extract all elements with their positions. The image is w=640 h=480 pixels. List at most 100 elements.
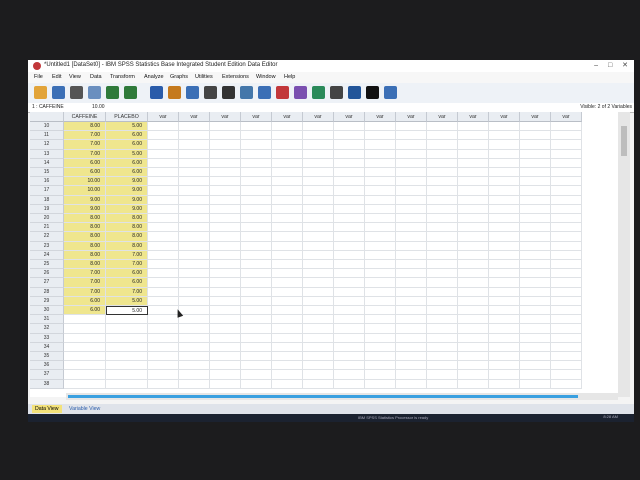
cell-empty[interactable] xyxy=(365,333,396,343)
cell-empty[interactable] xyxy=(210,214,241,224)
cell-empty[interactable] xyxy=(241,168,272,178)
cell-empty[interactable] xyxy=(458,315,489,325)
row-number[interactable]: 20 xyxy=(30,214,64,224)
cell-empty[interactable] xyxy=(148,214,179,224)
cell-empty[interactable] xyxy=(551,241,582,251)
cell-empty[interactable] xyxy=(551,306,582,316)
cell-empty[interactable] xyxy=(365,195,396,205)
cell-empty[interactable] xyxy=(272,315,303,325)
cell-empty[interactable] xyxy=(427,379,458,389)
cell-empty[interactable] xyxy=(551,122,582,132)
cell-empty[interactable] xyxy=(241,232,272,242)
cell-empty[interactable] xyxy=(427,324,458,334)
cell-empty[interactable] xyxy=(241,278,272,288)
cell-placebo[interactable] xyxy=(106,315,148,325)
cell-empty[interactable] xyxy=(396,214,427,224)
cell-empty[interactable] xyxy=(427,361,458,371)
cell-empty[interactable] xyxy=(520,269,551,279)
cell-empty[interactable] xyxy=(551,342,582,352)
cell-empty[interactable] xyxy=(334,296,365,306)
cell-empty[interactable] xyxy=(148,370,179,380)
cell-empty[interactable] xyxy=(272,122,303,132)
cell-caffeine[interactable] xyxy=(64,315,106,325)
cell-empty[interactable] xyxy=(241,342,272,352)
cell-caffeine[interactable]: 8.00 xyxy=(64,223,106,233)
cell-empty[interactable] xyxy=(427,333,458,343)
row-number[interactable]: 24 xyxy=(30,250,64,260)
cell-empty[interactable] xyxy=(365,361,396,371)
cell-placebo[interactable]: 6.00 xyxy=(106,140,148,150)
menu-item-window[interactable]: Window xyxy=(256,74,276,80)
cell-empty[interactable] xyxy=(334,306,365,316)
cell-empty[interactable] xyxy=(365,241,396,251)
cell-empty[interactable] xyxy=(241,122,272,132)
cell-empty[interactable] xyxy=(148,324,179,334)
cell-placebo[interactable]: 6.00 xyxy=(106,131,148,141)
redo-icon[interactable] xyxy=(124,86,137,99)
cell-empty[interactable] xyxy=(427,315,458,325)
cell-empty[interactable] xyxy=(489,296,520,306)
cell-empty[interactable] xyxy=(210,131,241,141)
row-number[interactable]: 31 xyxy=(30,315,64,325)
cell-empty[interactable] xyxy=(458,250,489,260)
row-number[interactable]: 37 xyxy=(30,370,64,380)
cell-empty[interactable] xyxy=(396,195,427,205)
cell-empty[interactable] xyxy=(396,168,427,178)
cell-empty[interactable] xyxy=(365,214,396,224)
cell-empty[interactable] xyxy=(396,361,427,371)
close-icon[interactable]: ✕ xyxy=(622,62,628,69)
cell-empty[interactable] xyxy=(148,296,179,306)
cell-empty[interactable] xyxy=(241,186,272,196)
select-cases-icon[interactable] xyxy=(312,86,325,99)
cell-empty[interactable] xyxy=(303,149,334,159)
cell-empty[interactable] xyxy=(458,361,489,371)
cell-empty[interactable] xyxy=(179,214,210,224)
cell-empty[interactable] xyxy=(458,379,489,389)
cell-empty[interactable] xyxy=(148,122,179,132)
cell-placebo[interactable]: 9.00 xyxy=(106,195,148,205)
cell-empty[interactable] xyxy=(272,241,303,251)
tab-variable-view[interactable]: Variable View xyxy=(66,405,104,413)
cell-empty[interactable] xyxy=(272,149,303,159)
cell-empty[interactable] xyxy=(241,149,272,159)
horizontal-scrollbar[interactable] xyxy=(66,393,618,400)
cell-empty[interactable] xyxy=(458,333,489,343)
cell-caffeine[interactable]: 10.00 xyxy=(64,177,106,187)
cell-empty[interactable] xyxy=(241,204,272,214)
cell-empty[interactable] xyxy=(489,333,520,343)
cell-placebo[interactable]: 8.00 xyxy=(106,232,148,242)
cell-placebo[interactable]: 6.00 xyxy=(106,278,148,288)
show-all-icon[interactable] xyxy=(366,86,379,99)
cell-empty[interactable] xyxy=(551,177,582,187)
cell-empty[interactable] xyxy=(520,315,551,325)
cell-empty[interactable] xyxy=(396,140,427,150)
cell-empty[interactable] xyxy=(551,315,582,325)
cell-empty[interactable] xyxy=(458,352,489,362)
cell-empty[interactable] xyxy=(334,352,365,362)
cell-empty[interactable] xyxy=(148,149,179,159)
cell-empty[interactable] xyxy=(551,269,582,279)
cell-empty[interactable] xyxy=(458,177,489,187)
horizontal-scroll-thumb[interactable] xyxy=(68,395,578,398)
cell-empty[interactable] xyxy=(272,195,303,205)
cell-value-field[interactable]: 10.00 xyxy=(92,104,105,110)
column-header-var[interactable]: var xyxy=(303,112,334,122)
cell-empty[interactable] xyxy=(179,361,210,371)
cell-empty[interactable] xyxy=(427,306,458,316)
cell-empty[interactable] xyxy=(396,315,427,325)
cell-empty[interactable] xyxy=(272,370,303,380)
cell-empty[interactable] xyxy=(303,223,334,233)
cell-empty[interactable] xyxy=(241,131,272,141)
cell-empty[interactable] xyxy=(365,324,396,334)
save-icon[interactable] xyxy=(52,86,65,99)
open-icon[interactable] xyxy=(34,86,47,99)
cell-empty[interactable] xyxy=(396,370,427,380)
cell-empty[interactable] xyxy=(334,269,365,279)
cell-empty[interactable] xyxy=(489,315,520,325)
cell-empty[interactable] xyxy=(458,214,489,224)
cell-empty[interactable] xyxy=(551,370,582,380)
cell-empty[interactable] xyxy=(396,232,427,242)
cell-empty[interactable] xyxy=(210,158,241,168)
cell-empty[interactable] xyxy=(520,158,551,168)
row-number[interactable]: 33 xyxy=(30,333,64,343)
